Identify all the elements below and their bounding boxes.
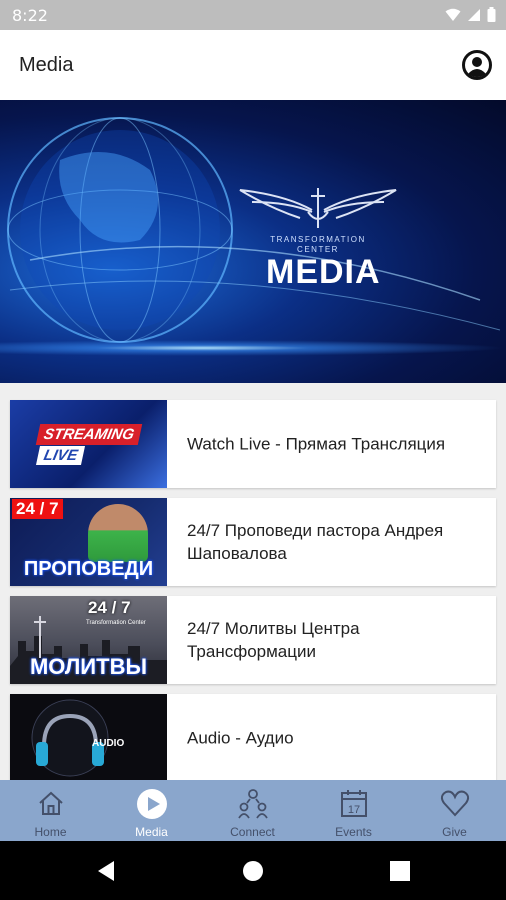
signal-icon bbox=[467, 8, 481, 27]
thumb-prayers-text: МОЛИТВЫ bbox=[29, 654, 147, 679]
calendar-day: 17 bbox=[347, 804, 359, 816]
media-item-audio[interactable]: AUDIO Audio - Аудио bbox=[10, 694, 496, 782]
logo-wings bbox=[239, 188, 397, 228]
tab-label: Give bbox=[442, 825, 467, 839]
home-icon bbox=[38, 791, 63, 815]
page-title: Media bbox=[19, 54, 74, 76]
system-nav-bar bbox=[0, 841, 506, 900]
thumb-audio-text: AUDIO bbox=[92, 738, 125, 749]
app-bar: Media bbox=[0, 30, 506, 100]
thumb-prayers: 24 / 7 Transformation Center МОЛИТВЫ bbox=[10, 596, 167, 684]
tab-label: Events bbox=[335, 825, 372, 839]
media-item-label: 24/7 Молитвы Центра Трансформации bbox=[187, 619, 360, 661]
connect-icon bbox=[237, 789, 268, 819]
thumb-sermons: 24 / 7 ПРОПОВЕДИ bbox=[10, 498, 167, 586]
tab-connect[interactable]: Connect bbox=[202, 780, 303, 841]
recents-icon[interactable] bbox=[390, 861, 410, 881]
thumb-audio: AUDIO bbox=[10, 694, 167, 782]
tab-label: Connect bbox=[230, 825, 275, 839]
hero-banner: TRANSFORMATION CENTER MEDIA bbox=[0, 100, 506, 383]
thumb-streaming-text: STREAMING bbox=[35, 424, 143, 445]
hero-flare bbox=[0, 340, 506, 356]
media-item-watch-live[interactable]: STREAMING LIVE Watch Live - Прямая Транс… bbox=[10, 400, 496, 488]
status-time: 8:22 bbox=[12, 6, 48, 25]
hero-logo-text: TRANSFORMATION CENTER bbox=[270, 235, 366, 254]
account-icon bbox=[462, 50, 492, 80]
tab-label: Home bbox=[34, 825, 67, 839]
tab-events[interactable]: 17 Events bbox=[303, 780, 404, 841]
tab-home[interactable]: Home bbox=[0, 780, 101, 841]
home-button-icon[interactable] bbox=[242, 860, 264, 882]
bottom-tab-bar: Home Media Connect 17 Events Give bbox=[0, 780, 506, 841]
thumb-prayers-247: 24 / 7 bbox=[88, 598, 131, 617]
wifi-icon bbox=[445, 8, 461, 27]
media-item-label: Watch Live - Прямая Трансляция bbox=[187, 434, 446, 454]
status-icons bbox=[445, 7, 496, 27]
heart-icon bbox=[440, 790, 469, 817]
thumb-prayers-tc: Transformation Center bbox=[86, 620, 146, 626]
thumb-sermons-text: ПРОПОВЕДИ bbox=[23, 558, 154, 580]
media-item-sermons[interactable]: 24 / 7 ПРОПОВЕДИ 24/7 Проповеди пастора … bbox=[10, 498, 496, 586]
hero-title: MEDIA bbox=[266, 253, 381, 291]
thumb-streaming: STREAMING LIVE bbox=[10, 400, 167, 488]
calendar-icon: 17 bbox=[340, 790, 367, 817]
battery-icon bbox=[487, 7, 496, 27]
tab-label: Media bbox=[135, 825, 168, 839]
thumb-preacher bbox=[88, 504, 148, 562]
status-bar: 8:22 bbox=[0, 0, 506, 30]
media-item-label: Audio - Аудио bbox=[187, 728, 294, 748]
thumb-live-text: LIVE bbox=[35, 446, 86, 465]
media-item-prayers[interactable]: 24 / 7 Transformation Center МОЛИТВЫ 24/… bbox=[10, 596, 496, 684]
profile-button[interactable] bbox=[462, 50, 492, 80]
tab-give[interactable]: Give bbox=[404, 780, 505, 841]
headphones-icon bbox=[31, 699, 109, 777]
play-icon bbox=[136, 789, 167, 819]
tab-media[interactable]: Media bbox=[101, 780, 202, 841]
back-icon[interactable] bbox=[94, 859, 118, 883]
thumb-sermons-247: 24 / 7 bbox=[12, 499, 63, 519]
media-item-label: 24/7 Проповеди пастора Андрея Шаповалова bbox=[187, 521, 444, 563]
